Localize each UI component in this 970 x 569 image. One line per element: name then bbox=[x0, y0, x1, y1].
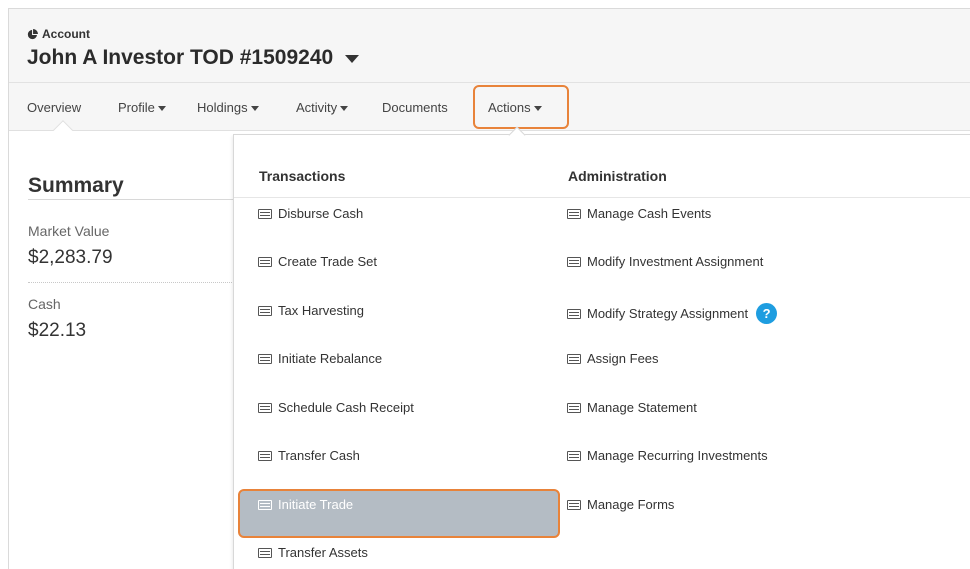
list-icon bbox=[258, 450, 272, 461]
list-icon bbox=[567, 402, 581, 413]
menu-item-label: Disburse Cash bbox=[278, 206, 364, 221]
menu-item-modify-strategy-assignment[interactable]: Modify Strategy Assignment ? bbox=[567, 303, 778, 324]
list-icon bbox=[567, 499, 581, 510]
account-label-text: Account bbox=[42, 27, 90, 41]
tab-holdings[interactable]: Holdings bbox=[197, 100, 259, 115]
menu-item-label: Manage Cash Events bbox=[587, 206, 712, 221]
cash-label: Cash bbox=[28, 296, 61, 312]
list-icon bbox=[258, 547, 272, 558]
market-value: $2,283.79 bbox=[28, 247, 113, 268]
menu-item-transfer-assets[interactable]: Transfer Assets bbox=[258, 545, 368, 560]
list-icon bbox=[567, 353, 581, 364]
menu-item-label: Modify Investment Assignment bbox=[587, 254, 764, 269]
account-name: John A Investor TOD #1509240 bbox=[27, 46, 334, 69]
menu-item-modify-investment-assignment[interactable]: Modify Investment Assignment bbox=[567, 254, 763, 269]
menu-item-transfer-cash[interactable]: Transfer Cash bbox=[258, 448, 360, 463]
menu-item-label: Manage Forms bbox=[587, 497, 675, 512]
summary-title: Summary bbox=[28, 174, 124, 197]
divider bbox=[28, 282, 240, 283]
market-value-label: Market Value bbox=[28, 223, 110, 239]
list-icon bbox=[567, 308, 581, 319]
cash-value: $22.13 bbox=[28, 320, 87, 341]
list-icon bbox=[258, 305, 272, 316]
transactions-heading: Transactions bbox=[259, 168, 346, 184]
menu-item-manage-statement[interactable]: Manage Statement bbox=[567, 400, 697, 415]
menu-item-label: Transfer Cash bbox=[278, 448, 360, 463]
menu-item-manage-cash-events[interactable]: Manage Cash Events bbox=[567, 206, 711, 221]
list-icon bbox=[567, 256, 581, 267]
menu-item-initiate-trade[interactable]: Initiate Trade bbox=[258, 497, 353, 512]
menu-item-label: Modify Strategy Assignment bbox=[587, 306, 749, 321]
menu-item-manage-recurring-investments[interactable]: Manage Recurring Investments bbox=[567, 448, 768, 463]
list-icon bbox=[258, 353, 272, 364]
page-frame: Account John A Investor TOD #1509240 Ove… bbox=[8, 8, 970, 569]
list-icon bbox=[567, 208, 581, 219]
menu-item-label: Manage Recurring Investments bbox=[587, 448, 768, 463]
tab-activity-label: Activity bbox=[296, 100, 338, 115]
account-label: Account bbox=[27, 27, 90, 41]
tab-documents[interactable]: Documents bbox=[382, 100, 448, 115]
menu-item-label: Initiate Rebalance bbox=[278, 351, 383, 366]
account-header: Account John A Investor TOD #1509240 bbox=[9, 9, 970, 83]
tab-documents-label: Documents bbox=[382, 100, 448, 115]
menu-item-label: Tax Harvesting bbox=[278, 303, 364, 318]
pie-chart-icon bbox=[27, 28, 38, 39]
menu-item-schedule-cash-receipt[interactable]: Schedule Cash Receipt bbox=[258, 400, 414, 415]
tab-activity[interactable]: Activity bbox=[296, 100, 349, 115]
divider bbox=[28, 199, 240, 200]
list-icon bbox=[567, 450, 581, 461]
tab-profile[interactable]: Profile bbox=[118, 100, 166, 115]
list-icon bbox=[258, 402, 272, 413]
menu-item-label: Schedule Cash Receipt bbox=[278, 400, 414, 415]
help-icon[interactable]: ? bbox=[756, 303, 778, 324]
menu-item-create-trade-set[interactable]: Create Trade Set bbox=[258, 254, 377, 269]
menu-item-assign-fees[interactable]: Assign Fees bbox=[567, 351, 659, 366]
menu-item-initiate-rebalance[interactable]: Initiate Rebalance bbox=[258, 351, 382, 366]
actions-tab-highlight bbox=[473, 85, 569, 129]
tab-holdings-label: Holdings bbox=[197, 100, 248, 115]
caret-down-icon bbox=[345, 55, 360, 63]
menu-item-manage-forms[interactable]: Manage Forms bbox=[567, 497, 674, 512]
menu-item-label: Create Trade Set bbox=[278, 254, 377, 269]
caret-down-icon bbox=[340, 105, 349, 111]
list-icon bbox=[258, 499, 272, 510]
caret-down-icon bbox=[157, 105, 166, 111]
menu-item-label: Transfer Assets bbox=[278, 545, 368, 560]
menu-item-tax-harvesting[interactable]: Tax Harvesting bbox=[258, 303, 364, 318]
tab-profile-label: Profile bbox=[118, 100, 155, 115]
account-selector[interactable]: John A Investor TOD #1509240 bbox=[27, 46, 360, 70]
divider bbox=[234, 197, 970, 198]
menu-item-disburse-cash[interactable]: Disburse Cash bbox=[258, 206, 363, 221]
menu-item-label: Manage Statement bbox=[587, 400, 697, 415]
tab-overview-label: Overview bbox=[27, 100, 82, 115]
list-icon bbox=[258, 256, 272, 267]
tab-overview[interactable]: Overview bbox=[27, 100, 81, 115]
list-icon bbox=[258, 208, 272, 219]
menu-item-label: Assign Fees bbox=[587, 351, 659, 366]
administration-heading: Administration bbox=[568, 168, 667, 184]
caret-down-icon bbox=[250, 105, 259, 111]
menu-item-label: Initiate Trade bbox=[278, 497, 354, 512]
